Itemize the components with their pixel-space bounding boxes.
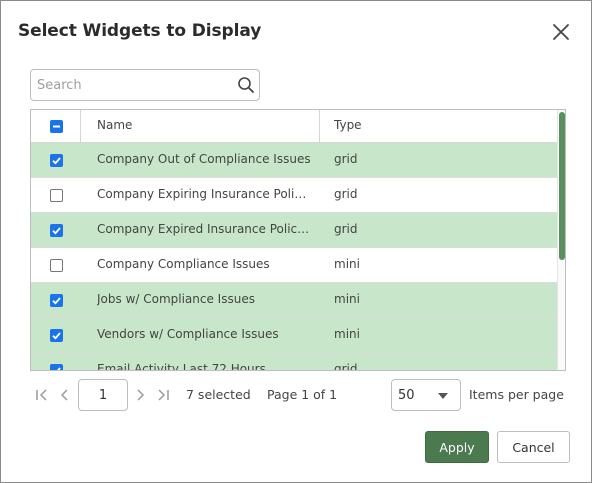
row-name: Company Out of Compliance Issues: [97, 152, 311, 166]
checkmark-icon: [52, 297, 61, 305]
checkmark-icon: [52, 227, 61, 235]
selected-count: 7 selected: [186, 387, 251, 402]
row-type: mini: [334, 327, 360, 341]
cancel-button[interactable]: Cancel: [497, 431, 570, 463]
row-type: grid: [334, 152, 358, 166]
checkmark-icon: [52, 157, 61, 165]
search-input[interactable]: [31, 70, 231, 100]
table-row[interactable]: Email Activity Last 72 Hours grid: [31, 353, 557, 371]
table-row[interactable]: Company Expiring Insurance Policies grid: [31, 178, 557, 213]
column-header-name[interactable]: Name: [97, 118, 132, 132]
close-icon: [553, 24, 569, 40]
row-checkbox[interactable]: [50, 154, 63, 167]
vertical-scrollbar[interactable]: [557, 110, 565, 370]
select-all-checkbox[interactable]: [50, 120, 63, 133]
table-row[interactable]: Vendors w/ Compliance Issues mini: [31, 318, 557, 353]
row-name: Company Expiring Insurance Policies: [97, 187, 312, 201]
row-checkbox[interactable]: [50, 294, 63, 307]
row-name: Jobs w/ Compliance Issues: [97, 292, 255, 306]
grid-body: Company Out of Compliance Issues grid Comp…: [31, 143, 557, 371]
pager: 7 selected Page 1 of 1 50 Items per page: [1, 379, 592, 411]
first-page-icon[interactable]: [34, 387, 50, 403]
row-checkbox[interactable]: [50, 259, 63, 272]
header-check-cell: [31, 110, 81, 142]
chevron-down-icon: [438, 393, 448, 399]
table-row[interactable]: Jobs w/ Compliance Issues mini: [31, 283, 557, 318]
row-checkbox[interactable]: [50, 329, 63, 342]
search-box: [30, 69, 260, 101]
search-icon[interactable]: [237, 76, 255, 94]
indeterminate-icon: [53, 125, 60, 128]
row-name: Company Compliance Issues: [97, 257, 270, 271]
column-header-type[interactable]: Type: [334, 118, 362, 132]
row-type: grid: [334, 362, 358, 371]
select-widgets-dialog: Select Widgets to Display Name Type: [0, 0, 592, 483]
checkmark-icon: [52, 332, 61, 340]
row-type: grid: [334, 187, 358, 201]
dialog-title: Select Widgets to Display: [18, 21, 262, 41]
table-row[interactable]: Company Out of Compliance Issues grid: [31, 143, 557, 178]
scrollbar-thumb[interactable]: [559, 112, 565, 260]
row-checkbox[interactable]: [50, 224, 63, 237]
row-name: Email Activity Last 72 Hours: [97, 362, 266, 371]
row-name: Vendors w/ Compliance Issues: [97, 327, 279, 341]
next-page-icon[interactable]: [132, 387, 148, 403]
widgets-grid: Name Type Company Out of Compliance Issu…: [30, 109, 566, 371]
page-info: Page 1 of 1: [267, 387, 338, 402]
last-page-icon[interactable]: [155, 387, 171, 403]
page-size-select[interactable]: 50: [391, 379, 461, 411]
previous-page-icon[interactable]: [57, 387, 73, 403]
row-type: mini: [334, 292, 360, 306]
grid-header: Name Type: [31, 110, 557, 143]
checkmark-icon: [57, 367, 61, 370]
row-checkbox[interactable]: [50, 364, 63, 370]
row-name: Company Expired Insurance Policies: [97, 222, 312, 236]
page-size-value: 50: [398, 388, 415, 403]
close-button[interactable]: [550, 21, 572, 43]
table-row[interactable]: Company Expired Insurance Policies grid: [31, 213, 557, 248]
row-type: grid: [334, 222, 358, 236]
items-per-page-label: Items per page: [469, 387, 564, 402]
row-checkbox[interactable]: [50, 189, 63, 202]
apply-button[interactable]: Apply: [425, 431, 489, 463]
row-type: mini: [334, 257, 360, 271]
table-row[interactable]: Company Compliance Issues mini: [31, 248, 557, 283]
page-number-input[interactable]: [78, 379, 128, 411]
